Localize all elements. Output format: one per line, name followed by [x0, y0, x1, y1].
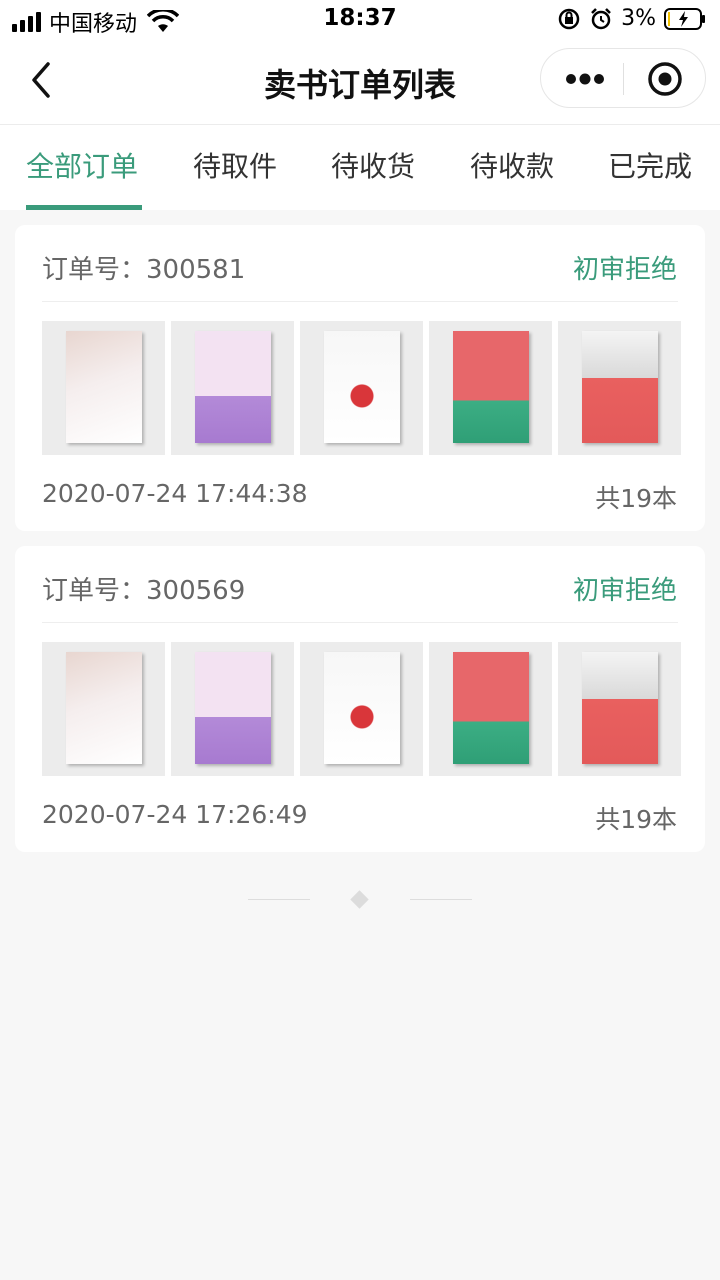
book-thumbnail[interactable]: [42, 642, 165, 776]
rotation-lock-icon: [558, 8, 580, 29]
book-cover: [324, 331, 400, 443]
book-cover: [453, 331, 529, 443]
book-thumbnail[interactable]: [558, 321, 681, 455]
nav-bar: 卖书订单列表: [0, 40, 720, 124]
miniapp-capsule: [540, 48, 706, 108]
card-divider: [42, 301, 678, 302]
order-card[interactable]: 订单号：300581 初审拒绝 2020-07-24 17:44:38 共19本: [15, 225, 705, 531]
order-tabs: 全部订单 待取件 待收货 待收款 已完成: [0, 124, 720, 210]
book-cover: [324, 652, 400, 764]
book-thumbnail[interactable]: [429, 642, 552, 776]
card-divider: [42, 622, 678, 623]
book-cover: [195, 331, 271, 443]
book-thumbnail[interactable]: [558, 642, 681, 776]
order-time: 2020-07-24 17:44:38: [42, 479, 308, 508]
diamond-icon: [350, 890, 369, 909]
battery-icon: [664, 7, 705, 30]
order-time: 2020-07-24 17:26:49: [42, 800, 308, 829]
end-line-left: [248, 899, 310, 900]
book-thumbnail[interactable]: [171, 642, 294, 776]
book-count: 共19本: [595, 484, 677, 513]
close-miniapp-icon[interactable]: [647, 61, 683, 97]
order-status: 初审拒绝: [572, 255, 677, 285]
order-number: 订单号：300569: [42, 576, 246, 606]
order-number: 订单号：300581: [42, 255, 246, 285]
book-thumbnail[interactable]: [300, 642, 423, 776]
book-thumbnails: [42, 642, 681, 776]
status-right: 3%: [557, 6, 706, 31]
tab-pending-payment[interactable]: 待收款: [470, 145, 554, 185]
alarm-icon: [591, 7, 611, 29]
book-cover: [195, 652, 271, 764]
book-thumbnail[interactable]: [171, 321, 294, 455]
order-card[interactable]: 订单号：300569 初审拒绝 2020-07-24 17:26:49 共19本: [15, 546, 705, 852]
tab-pending-pickup[interactable]: 待取件: [193, 145, 277, 185]
capsule-divider: [623, 63, 624, 95]
end-line-right: [410, 899, 472, 900]
more-icon[interactable]: [565, 69, 605, 89]
status-bar: 中国移动 18:37 3%: [0, 0, 720, 40]
book-cover: [582, 331, 658, 443]
order-status: 初审拒绝: [572, 576, 677, 606]
book-cover: [66, 652, 142, 764]
book-thumbnails: [42, 321, 681, 455]
book-cover: [453, 652, 529, 764]
book-count: 共19本: [595, 805, 677, 834]
book-cover: [582, 652, 658, 764]
tab-active-indicator: [26, 205, 142, 210]
book-thumbnail[interactable]: [42, 321, 165, 455]
tab-pending-receipt[interactable]: 待收货: [331, 145, 415, 185]
tab-all-orders[interactable]: 全部订单: [26, 145, 138, 185]
book-thumbnail[interactable]: [300, 321, 423, 455]
book-cover: [66, 331, 142, 443]
tab-completed[interactable]: 已完成: [608, 145, 692, 185]
end-of-list-divider: [248, 890, 472, 910]
battery-percent: 3%: [621, 6, 656, 31]
book-thumbnail[interactable]: [429, 321, 552, 455]
